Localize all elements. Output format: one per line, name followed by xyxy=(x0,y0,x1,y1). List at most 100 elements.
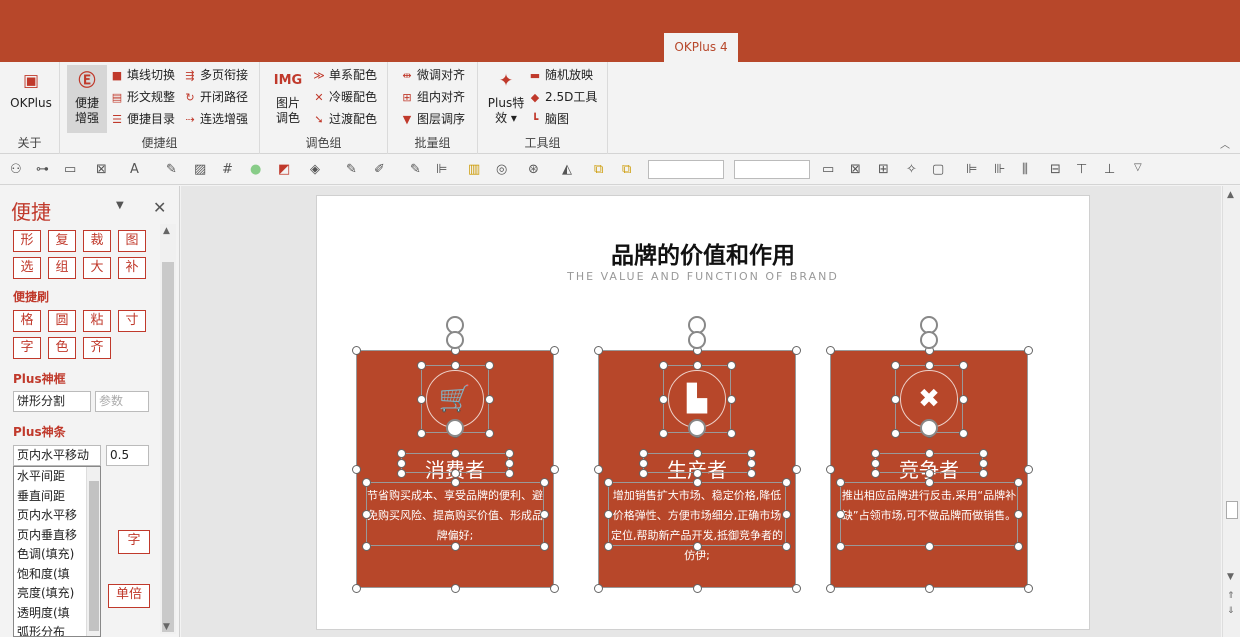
person-icon[interactable]: ⚇ xyxy=(10,162,22,177)
resize-handle[interactable] xyxy=(352,465,361,474)
resize-handle[interactable] xyxy=(747,449,756,458)
resize-handle[interactable] xyxy=(397,469,406,478)
prev-slide-icon[interactable]: ⇑ xyxy=(1227,591,1235,601)
resize-handle[interactable] xyxy=(352,584,361,593)
bar-chart-icon[interactable]: ▥ xyxy=(468,162,480,177)
align-left-icon[interactable]: ⊫ xyxy=(436,162,447,177)
pen-icon[interactable]: ✐ xyxy=(374,162,385,177)
bar-type-dropdown[interactable]: 水平间距 垂直间距 页内水平移 页内垂直移 色调(填充) 饱和度(填 亮度(填充… xyxy=(13,466,101,637)
btn-font-extra[interactable]: 字 xyxy=(118,530,150,554)
image-color-button[interactable]: IMG 图片 调色 xyxy=(268,68,308,126)
rectangle-icon[interactable]: ▭ xyxy=(822,162,834,177)
resize-handle[interactable] xyxy=(604,542,613,551)
text-wrap-icon[interactable]: ⊠ xyxy=(96,162,107,177)
btn-fill[interactable]: 补 xyxy=(118,257,146,279)
width-spinner[interactable] xyxy=(648,160,724,179)
resize-handle[interactable] xyxy=(1014,478,1023,487)
delete-box-icon[interactable]: ⊠ xyxy=(850,162,861,177)
brush-color[interactable]: 色 xyxy=(48,337,76,359)
btn-shape[interactable]: 形 xyxy=(13,230,41,252)
resize-handle[interactable] xyxy=(550,584,559,593)
resize-handle[interactable] xyxy=(505,459,514,468)
line-eyedropper-icon[interactable]: ✎ xyxy=(346,162,357,177)
resize-handle[interactable] xyxy=(747,459,756,468)
random-show-button[interactable]: ▬ 随机放映 xyxy=(528,66,593,84)
resize-handle[interactable] xyxy=(1024,346,1033,355)
resize-handle[interactable] xyxy=(1024,465,1033,474)
resize-handle[interactable] xyxy=(782,542,791,551)
tab-okplus[interactable]: OKPlus 4 xyxy=(664,33,738,62)
resize-handle[interactable] xyxy=(891,361,900,370)
resize-handle[interactable] xyxy=(397,449,406,458)
resize-handle[interactable] xyxy=(1024,584,1033,593)
scroll-down-icon[interactable]: ▼ xyxy=(1227,572,1234,582)
resize-handle[interactable] xyxy=(826,465,835,474)
align-middle-icon[interactable]: ⊟ xyxy=(1050,162,1061,177)
multi-select-button[interactable]: ⇢ 连选增强 xyxy=(183,110,248,128)
btn-group[interactable]: 组 xyxy=(48,257,76,279)
resize-handle[interactable] xyxy=(659,429,668,438)
rotate-handle-icon[interactable] xyxy=(920,419,938,437)
resize-handle[interactable] xyxy=(417,361,426,370)
resize-handle[interactable] xyxy=(792,584,801,593)
resize-handle[interactable] xyxy=(979,449,988,458)
btn-select[interactable]: 选 xyxy=(13,257,41,279)
multi-page-link-button[interactable]: ⇶ 多页衔接 xyxy=(183,66,248,84)
group-align-button[interactable]: ⊞ 组内对齐 xyxy=(400,88,465,106)
resize-handle[interactable] xyxy=(417,395,426,404)
circle-icon[interactable]: ● xyxy=(250,162,261,177)
shape-text-align-button[interactable]: ▤ 形文规整 xyxy=(110,88,175,106)
brush-font[interactable]: 字 xyxy=(13,337,41,359)
resize-handle[interactable] xyxy=(925,361,934,370)
fill-line-toggle-button[interactable]: ■ 填线切换 xyxy=(110,66,175,84)
resize-handle[interactable] xyxy=(727,429,736,438)
resize-handle[interactable] xyxy=(352,346,361,355)
resize-handle[interactable] xyxy=(693,449,702,458)
brush-round[interactable]: 圆 xyxy=(48,310,76,332)
resize-handle[interactable] xyxy=(979,459,988,468)
resize-handle[interactable] xyxy=(871,469,880,478)
resize-handle[interactable] xyxy=(451,469,460,478)
resize-handle[interactable] xyxy=(836,478,845,487)
resize-handle[interactable] xyxy=(659,395,668,404)
frame-type-select[interactable]: 饼形分割 xyxy=(13,391,91,412)
resize-handle[interactable] xyxy=(594,346,603,355)
mono-color-button[interactable]: ≫ 单系配色 xyxy=(312,66,377,84)
resize-handle[interactable] xyxy=(925,584,934,593)
resize-handle[interactable] xyxy=(727,395,736,404)
resize-handle[interactable] xyxy=(925,449,934,458)
scroll-up-icon[interactable]: ▲ xyxy=(1227,190,1234,200)
resize-handle[interactable] xyxy=(1014,542,1023,551)
scroll-down-icon[interactable]: ▼ xyxy=(163,622,170,632)
paint-bucket-icon[interactable]: ◈ xyxy=(310,162,320,177)
resize-handle[interactable] xyxy=(397,459,406,468)
btn-big[interactable]: 大 xyxy=(83,257,111,279)
slide[interactable]: 品牌的价值和作用 THE VALUE AND FUNCTION OF BRAND… xyxy=(316,195,1090,630)
resize-handle[interactable] xyxy=(362,510,371,519)
resize-handle[interactable] xyxy=(639,449,648,458)
distribute-icon[interactable]: ⊞ xyxy=(878,162,889,177)
rotate-handle-icon[interactable] xyxy=(446,419,464,437)
bianjie-enhance-button[interactable]: Ⓔ 便捷 增强 xyxy=(67,65,107,133)
resize-handle[interactable] xyxy=(594,465,603,474)
resize-handle[interactable] xyxy=(604,478,613,487)
rotate-handle-icon[interactable] xyxy=(688,331,706,349)
resize-handle[interactable] xyxy=(540,478,549,487)
textbox-icon[interactable]: ▭ xyxy=(64,162,76,177)
resize-handle[interactable] xyxy=(451,542,460,551)
btn-image[interactable]: 图 xyxy=(118,230,146,252)
resize-handle[interactable] xyxy=(594,584,603,593)
paste-style-icon[interactable]: ⧉ xyxy=(622,162,631,177)
okplus-button[interactable]: ▣ OKPlus xyxy=(8,68,54,111)
rotate-handle-icon[interactable] xyxy=(920,331,938,349)
2-5d-tool-button[interactable]: ◆ 2.5D工具 xyxy=(528,88,598,106)
distribute-h-icon[interactable]: ⫼ xyxy=(1022,162,1028,177)
resize-handle[interactable] xyxy=(925,542,934,551)
resize-handle[interactable] xyxy=(451,449,460,458)
resize-handle[interactable] xyxy=(979,469,988,478)
layer-order-button[interactable]: ▼ 图层调序 xyxy=(400,110,465,128)
brush-format[interactable]: 格 xyxy=(13,310,41,332)
rotate-handle-icon[interactable] xyxy=(688,419,706,437)
btn-copy[interactable]: 复 xyxy=(48,230,76,252)
resize-handle[interactable] xyxy=(836,542,845,551)
